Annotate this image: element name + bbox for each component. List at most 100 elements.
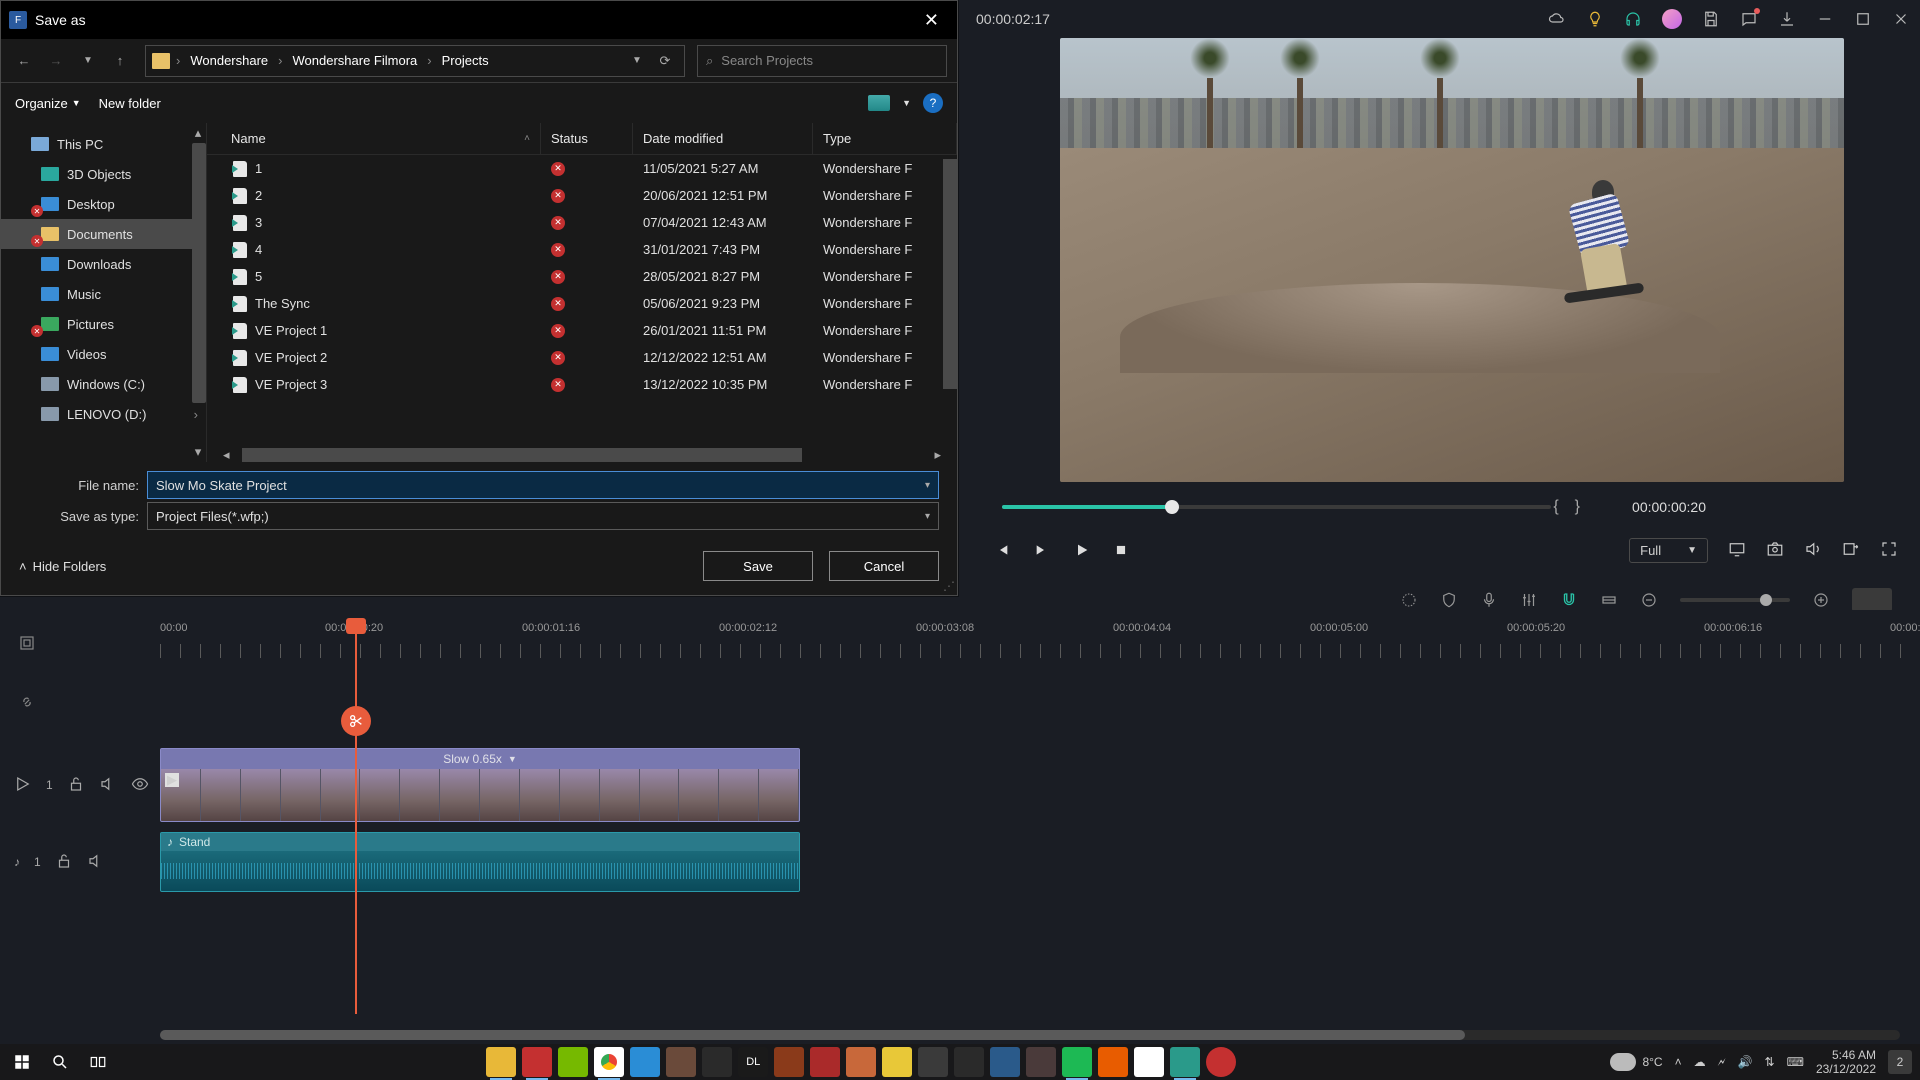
breadcrumb[interactable]: › Wondershare › Wondershare Filmora › Pr…	[145, 45, 685, 77]
app-generic-8[interactable]	[918, 1047, 948, 1077]
taskview-button[interactable]	[84, 1048, 112, 1076]
tree-item-music[interactable]: Music	[1, 279, 206, 309]
save-button[interactable]: Save	[703, 551, 813, 581]
tray-lang-icon[interactable]: ⌨	[1787, 1055, 1804, 1069]
zoom-slider[interactable]	[1680, 598, 1790, 602]
file-row[interactable]: 3✕07/04/2021 12:43 AMWondershare F	[207, 209, 957, 236]
crumb-2[interactable]: Projects	[438, 51, 493, 70]
dialog-close-button[interactable]: ✕	[916, 6, 947, 35]
track-mute-icon[interactable]	[99, 775, 117, 796]
search-input[interactable]: ⌕ Search Projects	[697, 45, 947, 77]
render-icon[interactable]	[1400, 591, 1418, 609]
app-generic-9[interactable]	[954, 1047, 984, 1077]
search-button[interactable]	[46, 1048, 74, 1076]
help-icon[interactable]: ?	[923, 93, 943, 113]
snapshot-icon[interactable]	[1766, 540, 1784, 561]
col-type[interactable]: Type	[813, 123, 957, 154]
video-clip[interactable]: Slow 0.65x▼ ▶	[160, 748, 800, 822]
tree-item-this-pc[interactable]: This PC	[1, 129, 206, 159]
mark-out-button[interactable]: }	[1575, 498, 1580, 516]
audio-mixer-icon[interactable]	[1520, 591, 1538, 609]
play-button[interactable]	[1074, 542, 1090, 558]
tree-item-windows-c-[interactable]: Windows (C:)›	[1, 369, 206, 399]
view-icon[interactable]	[868, 95, 890, 111]
tree-item-downloads[interactable]: Downloads	[1, 249, 206, 279]
next-frame-button[interactable]	[1034, 542, 1050, 558]
app-generic-2[interactable]	[666, 1047, 696, 1077]
app-generic-5[interactable]	[810, 1047, 840, 1077]
organize-menu[interactable]: Organize▼	[15, 96, 81, 111]
file-row[interactable]: 2✕20/06/2021 12:51 PMWondershare F	[207, 182, 957, 209]
close-app-icon[interactable]	[1892, 10, 1910, 28]
preview-viewport[interactable]	[1060, 38, 1844, 482]
app-generic-4[interactable]	[774, 1047, 804, 1077]
nav-up-button[interactable]: ↑	[107, 48, 133, 74]
file-row[interactable]: VE Project 1✕26/01/2021 11:51 PMWondersh…	[207, 317, 957, 344]
playhead[interactable]	[355, 622, 357, 1014]
timeline-options-icon[interactable]	[18, 634, 36, 655]
view-dropdown[interactable]: ▼	[902, 98, 911, 108]
file-row[interactable]: 5✕28/05/2021 8:27 PMWondershare F	[207, 263, 957, 290]
prev-frame-button[interactable]	[994, 542, 1010, 558]
save-icon[interactable]	[1702, 10, 1720, 28]
zoom-out-icon[interactable]	[1640, 591, 1658, 609]
weather-widget[interactable]: 8°C	[1610, 1053, 1662, 1071]
quality-select[interactable]: Full▼	[1629, 538, 1708, 563]
file-row[interactable]: 4✕31/01/2021 7:43 PMWondershare F	[207, 236, 957, 263]
download-icon[interactable]	[1778, 10, 1796, 28]
start-button[interactable]	[8, 1048, 36, 1076]
app-generic-12[interactable]	[1134, 1047, 1164, 1077]
tree-scroll-up[interactable]: ▴	[192, 125, 204, 141]
tree-item-3d-objects[interactable]: 3D Objects	[1, 159, 206, 189]
notifications-button[interactable]: 2	[1888, 1050, 1912, 1074]
tree-item-desktop[interactable]: ✕Desktop	[1, 189, 206, 219]
tree-scrollbar[interactable]	[192, 143, 206, 403]
tree-item-videos[interactable]: Videos	[1, 339, 206, 369]
file-row[interactable]: VE Project 3✕13/12/2022 10:35 PMWondersh…	[207, 371, 957, 398]
col-status[interactable]: Status	[541, 123, 633, 154]
timeline-scrollbar[interactable]	[160, 1030, 1900, 1040]
link-icon[interactable]	[18, 693, 36, 714]
track-lock-icon[interactable]	[55, 852, 73, 873]
app-generic-1[interactable]	[630, 1047, 660, 1077]
app-chrome[interactable]	[594, 1047, 624, 1077]
track-lock-icon[interactable]	[67, 775, 85, 796]
new-folder-button[interactable]: New folder	[99, 96, 161, 111]
app-explorer[interactable]	[486, 1047, 516, 1077]
filetype-select[interactable]: Project Files(*.wfp;)▾	[147, 502, 939, 530]
file-row[interactable]: VE Project 2✕12/12/2022 12:51 AMWondersh…	[207, 344, 957, 371]
mark-in-button[interactable]: {	[1553, 498, 1558, 516]
tray-volume-icon[interactable]: 🔊	[1738, 1055, 1753, 1069]
minimize-icon[interactable]	[1816, 10, 1834, 28]
cancel-button[interactable]: Cancel	[829, 551, 939, 581]
app-generic-13[interactable]	[1206, 1047, 1236, 1077]
app-generic-6[interactable]	[846, 1047, 876, 1077]
timeline-ruler[interactable]: 00:00 00:00:00:20 00:00:01:16 00:00:02:1…	[160, 622, 1920, 658]
app-filmora[interactable]	[1170, 1047, 1200, 1077]
nav-recent-button[interactable]: ▼	[75, 48, 101, 74]
zoom-in-icon[interactable]	[1812, 591, 1830, 609]
app-dl[interactable]: DL	[738, 1047, 768, 1077]
ripple-icon[interactable]	[1600, 591, 1618, 609]
profile-avatar[interactable]	[1662, 9, 1682, 29]
maximize-icon[interactable]	[1854, 10, 1872, 28]
resize-grip[interactable]: ⋰	[943, 579, 955, 593]
tree-item-pictures[interactable]: ✕Pictures	[1, 309, 206, 339]
zoom-fit-button[interactable]	[1852, 588, 1892, 612]
track-mute-icon[interactable]	[87, 852, 105, 873]
tree-item-lenovo-d-[interactable]: LENOVO (D:)›	[1, 399, 206, 429]
track-visible-icon[interactable]	[131, 775, 149, 796]
headphones-icon[interactable]	[1624, 10, 1642, 28]
crumb-0[interactable]: Wondershare	[186, 51, 272, 70]
tree-scroll-down[interactable]: ▾	[192, 444, 204, 460]
tray-chevron[interactable]: ˄	[1675, 1055, 1682, 1069]
export-frame-icon[interactable]	[1842, 540, 1860, 561]
app-opera[interactable]	[522, 1047, 552, 1077]
scissors-cut-icon[interactable]	[341, 706, 371, 736]
file-row[interactable]: 1✕11/05/2021 5:27 AMWondershare F	[207, 155, 957, 182]
filelist-hscroll[interactable]: ◂▸	[221, 448, 943, 462]
app-generic-7[interactable]	[882, 1047, 912, 1077]
app-generic-10[interactable]	[990, 1047, 1020, 1077]
cloud-icon[interactable]	[1548, 10, 1566, 28]
volume-icon[interactable]	[1804, 540, 1822, 561]
